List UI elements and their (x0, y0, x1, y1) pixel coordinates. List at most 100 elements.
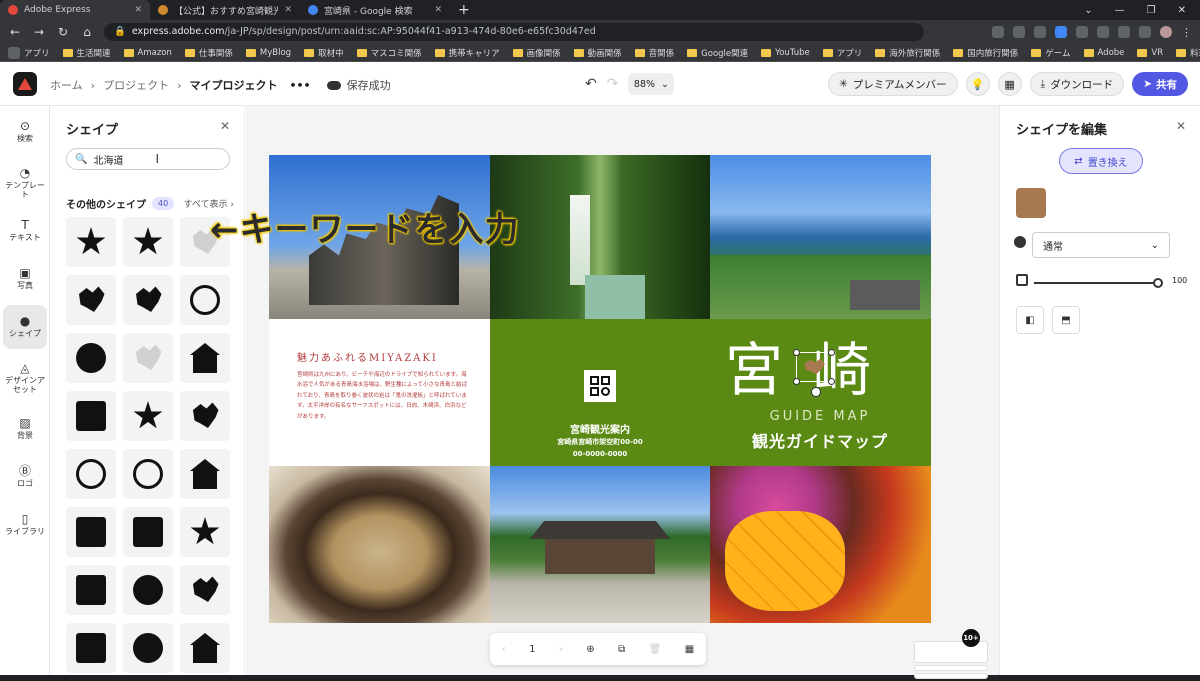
bookmark-item[interactable]: 生活関連 (62, 47, 111, 59)
bookmark-item[interactable]: 仕事関係 (184, 47, 233, 59)
shape-thumbnail[interactable] (180, 275, 230, 325)
puzzle-icon[interactable] (1118, 26, 1130, 38)
zoom-dropdown[interactable]: 88% ⌄ (628, 73, 675, 95)
shape-thumbnail[interactable] (180, 565, 230, 615)
shape-thumbnail[interactable] (123, 391, 173, 441)
page-thumbnail[interactable] (914, 673, 988, 679)
coast-photo[interactable] (710, 155, 931, 319)
bookmark-item[interactable]: 動画関係 (573, 47, 622, 59)
gorge-waterfall-photo[interactable] (490, 155, 710, 319)
shape-thumbnail[interactable] (66, 333, 116, 383)
resize-handle[interactable] (828, 378, 835, 385)
shape-thumbnail[interactable] (180, 391, 230, 441)
page-thumbnail[interactable] (914, 665, 988, 671)
extension-icon[interactable] (1013, 26, 1025, 38)
rail-item[interactable]: ▯ ライブラリ (3, 503, 47, 547)
bookmark-item[interactable]: 海外旅行関係 (875, 47, 940, 59)
extension-icon[interactable] (1076, 26, 1088, 38)
search-input[interactable]: 🔍 北海道 I (66, 148, 230, 170)
minimize-icon[interactable]: — (1115, 5, 1125, 16)
shape-thumbnail[interactable] (123, 565, 173, 615)
shape-thumbnail[interactable] (180, 623, 230, 673)
resize-handle[interactable] (828, 349, 835, 356)
rail-item[interactable]: ◬ デザインアセット (3, 356, 47, 400)
breadcrumb-home[interactable]: ホーム (50, 77, 83, 93)
rail-item[interactable]: Ⓑ ロゴ (3, 455, 47, 499)
url-field[interactable]: 🔒 express.adobe.com/ja-JP/sp/design/post… (104, 23, 924, 41)
resize-handle[interactable] (793, 378, 800, 385)
shape-thumbnail[interactable] (66, 565, 116, 615)
close-tab-icon[interactable]: ✕ (284, 5, 292, 15)
bookmark-item[interactable]: Amazon (123, 48, 172, 58)
rail-item[interactable]: ▨ 背景 (3, 407, 47, 451)
forward-icon[interactable]: → (32, 25, 46, 39)
slider-knob[interactable] (1153, 278, 1163, 288)
menu-dots-icon[interactable]: ⋮ (1181, 26, 1192, 39)
shape-thumbnail[interactable] (66, 275, 116, 325)
duplicate-page-icon[interactable]: ⧉ (618, 644, 625, 655)
bookmark-item[interactable]: 国内旅行関係 (953, 47, 1018, 59)
browser-tab-google-search[interactable]: 宮崎県 - Google 検索 ✕ (300, 0, 450, 20)
chevron-down-icon[interactable]: ⌄ (1084, 5, 1092, 16)
mango-photo[interactable] (710, 466, 931, 623)
bookmark-item[interactable]: アプリ (822, 47, 862, 59)
shape-thumbnail[interactable] (180, 507, 230, 557)
flip-horizontal-icon[interactable]: ◧ (1016, 306, 1044, 334)
shape-thumbnail[interactable] (123, 623, 173, 673)
extension-icon[interactable] (992, 26, 1004, 38)
shape-thumbnail[interactable] (66, 507, 116, 557)
bookmark-item[interactable]: 料理関係 (1176, 47, 1200, 59)
replace-button[interactable]: ⇄ 置き換え (1059, 148, 1143, 174)
bookmark-item[interactable]: ゲーム (1031, 47, 1071, 59)
info-block[interactable]: 宮崎観光案内 宮崎県宮崎市架空町00-00 00-0000-0000 (490, 319, 710, 466)
grid-view-icon[interactable]: ▦ (685, 644, 694, 655)
bookmark-item[interactable]: Google関連 (687, 47, 748, 59)
bookmark-item[interactable]: MyBlog (245, 48, 291, 58)
delete-page-icon[interactable]: 🗑 (649, 644, 662, 655)
sidepanel-icon[interactable] (1139, 26, 1151, 38)
back-icon[interactable]: ← (8, 25, 22, 39)
page-thumbnails[interactable]: 10+ (914, 629, 988, 681)
share-button[interactable]: ➤ 共有 (1132, 72, 1188, 96)
shape-thumbnail[interactable] (180, 333, 230, 383)
selected-shape[interactable] (793, 349, 835, 397)
close-icon[interactable]: ✕ (1176, 119, 1186, 133)
browser-tab-adobe-express[interactable]: Adobe Express ✕ (0, 0, 150, 20)
rail-item[interactable]: ◔ テンプレート (3, 161, 47, 205)
more-options-icon[interactable]: ••• (289, 79, 310, 92)
calendar-icon[interactable]: ▦ (997, 72, 1022, 96)
rail-item[interactable]: ▣ 写真 (3, 257, 47, 301)
breadcrumb-my-project[interactable]: マイプロジェクト (189, 77, 277, 93)
rail-item[interactable]: ⊙ 検索 (3, 110, 47, 154)
adobe-express-logo[interactable] (13, 72, 37, 96)
redo-icon[interactable]: ↷ (607, 76, 619, 92)
extension-icon[interactable] (1034, 26, 1046, 38)
next-page-icon[interactable]: › (559, 644, 563, 655)
bookmark-item[interactable]: VR (1137, 48, 1163, 58)
breadcrumb-projects[interactable]: プロジェクト (103, 77, 169, 93)
resize-handle[interactable] (793, 349, 800, 356)
bookmark-item[interactable]: YouTube (761, 48, 810, 58)
rotate-handle-icon[interactable] (811, 387, 821, 397)
miyazaki-intro-card[interactable]: 魅力あふれるMIYAZAKI 宮崎県は九州にあり、ビーチや海辺のドライブで知られ… (269, 319, 490, 466)
extension-icon[interactable] (1097, 26, 1109, 38)
close-window-icon[interactable]: ✕ (1178, 5, 1186, 16)
shape-thumbnail[interactable] (66, 623, 116, 673)
shape-thumbnail[interactable] (66, 391, 116, 441)
home-icon[interactable]: ⌂ (80, 25, 94, 39)
shape-thumbnail[interactable] (123, 507, 173, 557)
bookmark-item[interactable]: アプリ (8, 46, 50, 59)
food-bowl-photo[interactable] (269, 466, 490, 623)
add-page-icon[interactable]: ⊕ (586, 644, 594, 655)
bookmark-item[interactable]: マスコミ関係 (356, 47, 422, 59)
shape-thumbnail[interactable] (180, 449, 230, 499)
bookmark-item[interactable]: 音関係 (634, 47, 674, 59)
lightbulb-icon[interactable]: 💡 (965, 72, 990, 96)
rail-item[interactable]: T テキスト (3, 209, 47, 253)
premium-member-button[interactable]: ✳ プレミアムメンバー (827, 72, 958, 96)
close-tab-icon[interactable]: ✕ (134, 5, 142, 15)
rail-item[interactable]: ● シェイプ (3, 305, 47, 349)
bookmark-item[interactable]: 携帯キャリア (434, 47, 500, 59)
shape-thumbnail[interactable] (123, 275, 173, 325)
bookmark-item[interactable]: 画像関係 (512, 47, 561, 59)
